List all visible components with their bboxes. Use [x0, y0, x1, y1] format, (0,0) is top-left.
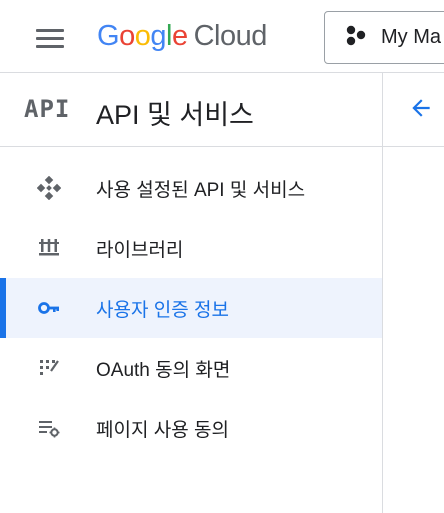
sidebar-item-credentials[interactable]: 사용자 인증 정보: [0, 278, 382, 338]
sidebar-header: API API 및 서비스: [0, 73, 382, 147]
project-hexagons-icon: [345, 24, 367, 51]
page-settings-icon: [36, 415, 62, 441]
sidebar-item-oauth-consent[interactable]: OAuth 동의 화면: [0, 338, 382, 398]
main-menu-button[interactable]: [28, 18, 72, 58]
api-diamond-icon: [36, 175, 62, 201]
sidebar-item-page-usage-agreement[interactable]: 페이지 사용 동의: [0, 398, 382, 458]
back-button[interactable]: [403, 92, 439, 128]
library-icon: [36, 235, 62, 261]
arrow-back-icon: [408, 95, 434, 126]
sidebar-title: API 및 서비스: [96, 100, 254, 130]
key-icon: [36, 295, 62, 321]
hamburger-icon: [36, 28, 64, 48]
sidebar: API API 및 서비스 사용 설정된 API 및 서비스 라이브러리 사용자…: [0, 73, 383, 513]
sidebar-item-label: 사용자 인증 정보: [96, 299, 229, 321]
sidebar-item-label: 페이지 사용 동의: [96, 419, 229, 441]
content-header: [383, 73, 444, 147]
top-bar: Google Cloud My Ma: [0, 0, 444, 73]
project-picker-button[interactable]: My Ma: [324, 11, 444, 64]
sidebar-item-label: 라이브러리: [96, 239, 184, 261]
sidebar-item-enabled-apis[interactable]: 사용 설정된 API 및 서비스: [0, 158, 382, 218]
project-name: My Ma: [381, 26, 441, 48]
api-logo-icon: API: [24, 95, 71, 123]
sidebar-item-label: 사용 설정된 API 및 서비스: [96, 179, 306, 201]
consent-screen-icon: [36, 355, 62, 381]
sidebar-item-label: OAuth 동의 화면: [96, 359, 231, 381]
sidebar-nav: 사용 설정된 API 및 서비스 라이브러리 사용자 인증 정보 OAuth 동…: [0, 158, 382, 458]
google-cloud-logo[interactable]: Google Cloud: [97, 20, 267, 53]
sidebar-item-library[interactable]: 라이브러리: [0, 218, 382, 278]
